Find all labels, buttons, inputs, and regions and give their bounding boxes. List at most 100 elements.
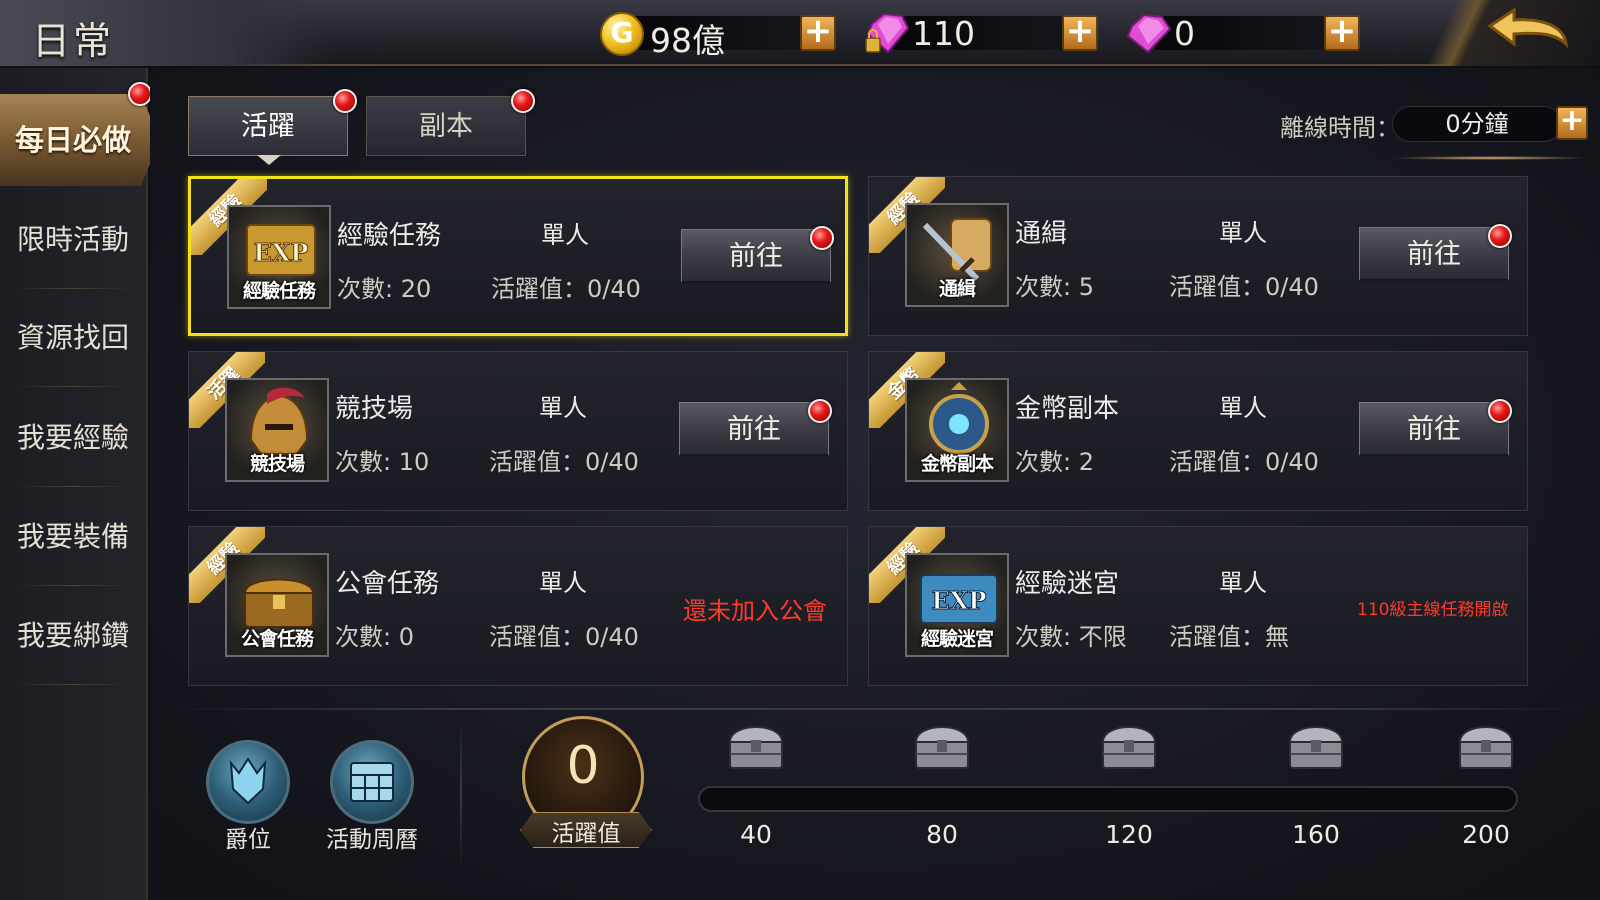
task-count: 次數: 20 (337, 275, 432, 303)
task-name: 經驗任務 (337, 221, 442, 251)
sidebar-item-daily-must-do[interactable]: 每日必做 (0, 94, 160, 186)
gold-dungeon-icon: 金幣副本 (905, 378, 1009, 482)
go-button-label: 前往 (727, 414, 781, 445)
milestone-label: 200 (1462, 820, 1510, 849)
icon-caption: 公會任務 (240, 628, 314, 650)
activity-value: 0 (566, 736, 600, 796)
notification-dot (810, 226, 834, 250)
task-count: 次數: 5 (1015, 273, 1094, 301)
icon-caption: 金幣副本 (920, 453, 994, 475)
task-activity-value: 活躍值：無 (1169, 623, 1289, 651)
svg-text:EXP: EXP (932, 586, 987, 615)
task-type: 單人 (1219, 394, 1267, 422)
activity-label: 活躍值 (551, 821, 621, 847)
activity-calendar-button[interactable] (330, 740, 414, 824)
gold-resource: G 98億 + (600, 12, 840, 60)
go-button[interactable]: 前往 (681, 226, 834, 283)
go-button-label: 前往 (1407, 414, 1461, 445)
offline-time-value: 0分鐘 (1392, 106, 1562, 142)
notification-dot (1488, 399, 1512, 423)
silver-chest-icon[interactable] (906, 708, 978, 780)
notification-dot (333, 89, 357, 113)
task-card-arena[interactable]: 活躍 競技場 競技場 單人 次數: 10 活躍值：0/40 前往 (188, 351, 848, 511)
go-button[interactable]: 前往 (679, 399, 832, 456)
task-count: 次數: 2 (1015, 448, 1094, 476)
icon-caption: 競技場 (249, 453, 305, 475)
milestone-label: 120 (1105, 820, 1153, 849)
icon-caption: 經驗任務 (242, 280, 316, 302)
task-type: 單人 (541, 221, 589, 249)
task-type: 單人 (1219, 569, 1267, 597)
offline-time-label: 離線時間： (1280, 114, 1400, 142)
icon-caption: 通緝 (938, 278, 976, 300)
task-name: 公會任務 (335, 569, 440, 599)
sidebar-item-label: 每日必做 (14, 123, 131, 157)
task-name: 競技場 (335, 394, 414, 424)
add-gold-button[interactable]: + (800, 14, 836, 51)
task-type: 單人 (539, 569, 587, 597)
wanted-sword-icon: 通緝 (905, 203, 1009, 307)
tab-dungeon[interactable]: 副本 (366, 89, 535, 156)
tab-label: 副本 (419, 111, 473, 142)
silver-chest-icon[interactable] (1280, 708, 1352, 780)
bound-diamond-resource: 110 + (862, 12, 1102, 54)
silver-chest-icon[interactable] (1093, 708, 1165, 780)
task-card-wanted[interactable]: 經驗 通緝 通緝 單人 次數: 5 活躍值：0/40 前往 (868, 176, 1528, 336)
activity-progress-bar (698, 786, 1518, 812)
task-activity-value: 活躍值：0/40 (491, 275, 641, 303)
sidebar-item-want-equipment[interactable]: 我要裝備 (0, 488, 146, 586)
sidebar-item-want-bound-diamond[interactable]: 我要綁鑽 (0, 587, 146, 685)
sidebar-item-label: 我要綁鑽 (16, 619, 129, 652)
task-card-gold-dungeon[interactable]: 金幣 金幣副本 金幣副本 單人 次數: 2 活躍值：0/40 前往 (868, 351, 1528, 511)
task-card-exp-maze[interactable]: 經驗 EXP 經驗迷宮 經驗迷宮 單人 次數: 不限 活躍值：無 110級主線任… (868, 526, 1528, 686)
sidebar-item-want-exp[interactable]: 我要經驗 (0, 389, 146, 487)
bound-diamond-value: 110 (912, 14, 975, 53)
task-card-exp-quest[interactable]: 經驗 EXP 經驗任務 經驗任務 單人 次數: 20 活躍值：0/40 前往 (188, 176, 848, 336)
sidebar-item-label: 我要裝備 (16, 520, 129, 553)
locked-diamond-icon (865, 12, 910, 54)
tab-activity[interactable]: 活躍 (188, 89, 357, 165)
task-activity-value: 活躍值：0/40 (489, 623, 639, 651)
go-button[interactable]: 前往 (1359, 224, 1512, 281)
calendar-icon (350, 762, 394, 802)
silver-chest-icon[interactable] (720, 708, 792, 780)
gold-value: 98億 (650, 21, 725, 60)
top-bar: 日常 G 98億 + 110 + 0 + (0, 0, 1600, 66)
svg-text:EXP: EXP (254, 238, 309, 267)
sidebar: 每日必做 限時活動 資源找回 我要經驗 我要裝備 我要綁鑽 (0, 68, 160, 900)
rank-crest-icon (229, 757, 267, 805)
bottom-separator (170, 708, 1590, 710)
back-arrow-icon[interactable] (1470, 4, 1580, 62)
exp-scroll-icon: EXP 經驗任務 (227, 205, 331, 309)
task-status-text: 還未加入公會 (683, 597, 827, 625)
sidebar-item-label: 資源找回 (16, 321, 129, 354)
vertical-separator (460, 718, 462, 868)
rank-button[interactable] (206, 740, 290, 824)
task-type: 單人 (539, 394, 587, 422)
go-button-label: 前往 (1407, 239, 1461, 270)
notification-dot (511, 89, 535, 113)
task-activity-value: 活躍值：0/40 (489, 448, 639, 476)
notification-dot (808, 399, 832, 423)
activity-calendar-label: 活動周曆 (326, 827, 418, 853)
add-bound-diamond-button[interactable]: + (1062, 14, 1098, 51)
task-name: 金幣副本 (1015, 394, 1120, 424)
go-button-label: 前往 (729, 241, 783, 272)
task-count: 次數: 10 (335, 448, 430, 476)
silver-chest-icon[interactable] (1450, 708, 1522, 780)
task-card-guild-quest[interactable]: 經驗 公會任務 公會任務 單人 次數: 0 活躍值：0/40 還未加入公會 (188, 526, 848, 686)
sidebar-item-limited-events[interactable]: 限時活動 (0, 191, 146, 289)
milestone-label: 80 (926, 820, 958, 849)
milestone-label: 160 (1292, 820, 1340, 849)
task-count: 次數: 0 (335, 623, 414, 651)
notification-dot (128, 82, 152, 106)
task-type: 單人 (1219, 219, 1267, 247)
task-name: 通緝 (1015, 219, 1068, 249)
add-offline-time-button[interactable]: + (1556, 106, 1588, 140)
page-title: 日常 (32, 19, 115, 63)
guild-chest-icon: 公會任務 (225, 553, 329, 657)
diamond-icon (1126, 13, 1172, 54)
go-button[interactable]: 前往 (1359, 399, 1512, 456)
task-name: 經驗迷宮 (1015, 569, 1120, 599)
sidebar-item-resource-recovery[interactable]: 資源找回 (0, 289, 146, 387)
